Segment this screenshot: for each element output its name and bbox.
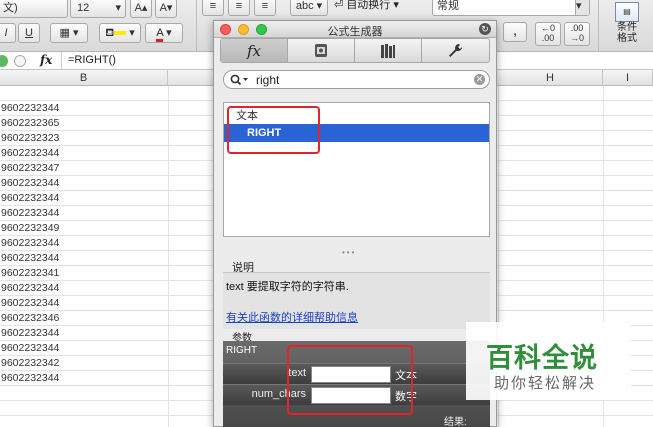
- borders-button[interactable]: ▦ ▾: [50, 23, 88, 43]
- confirm-icon[interactable]: [0, 55, 8, 67]
- decrease-font-button[interactable]: A▾: [155, 0, 177, 18]
- cell[interactable]: 9602232344: [0, 281, 59, 296]
- formula-divider: [61, 52, 62, 70]
- ribbon-divider: [598, 0, 599, 52]
- cell[interactable]: 9602232365: [0, 116, 59, 131]
- argument-function-name: RIGHT: [226, 345, 258, 356]
- cell[interactable]: 9602232344: [0, 296, 59, 311]
- fill-color-button[interactable]: ⛾ ▾: [99, 23, 141, 43]
- font-name-select[interactable]: 文): [0, 0, 68, 18]
- highlight-annotation: [227, 106, 320, 154]
- ribbon-divider: [196, 0, 197, 52]
- font-color-icon: A: [156, 27, 164, 42]
- comma-style-button[interactable]: ,: [503, 22, 527, 42]
- italic-button[interactable]: I: [0, 23, 16, 43]
- panel-titlebar[interactable]: 公式生成器 ↻: [214, 21, 496, 38]
- font-decrease-icon: A▾: [159, 2, 173, 14]
- resize-grip-icon[interactable]: •••: [342, 248, 356, 257]
- cell[interactable]: 9602232346: [0, 311, 59, 326]
- cell[interactable]: 9602232347: [0, 161, 59, 176]
- tab-tools[interactable]: [422, 39, 489, 62]
- conditional-format-icon: ▤: [615, 2, 639, 22]
- border-grid-icon: ▦ ▾: [59, 27, 79, 39]
- increase-decimal-button[interactable]: ←0.00: [535, 22, 561, 46]
- photo-stack-icon: [315, 43, 327, 57]
- formula-builder-panel: 公式生成器 ↻ fx right ✕ 文本 RIGHT ••• 说明 text …: [213, 20, 497, 427]
- cell[interactable]: 9602232344: [0, 206, 59, 221]
- cancel-icon[interactable]: [14, 55, 26, 67]
- tab-formatting[interactable]: [288, 39, 355, 62]
- column-header-i[interactable]: I: [603, 70, 653, 86]
- align-right-icon: ≡: [261, 0, 269, 12]
- paint-bucket-icon: ⛾: [105, 27, 115, 39]
- cell[interactable]: 9602232344: [0, 101, 59, 116]
- underline-button[interactable]: U: [18, 23, 40, 43]
- help-link[interactable]: 有关此函数的详细帮助信息: [226, 309, 358, 325]
- watermark-subtitle: 助你轻松解决: [494, 375, 597, 392]
- highlight-annotation: [287, 345, 413, 415]
- cell[interactable]: 9602232344: [0, 251, 59, 266]
- cell[interactable]: 9602232342: [0, 356, 59, 371]
- decrease-decimal-button[interactable]: .00 →0: [564, 22, 590, 46]
- cell[interactable]: 9602232344: [0, 341, 59, 356]
- cell[interactable]: 9602232344: [0, 371, 59, 386]
- cell[interactable]: 9602232344: [0, 236, 59, 251]
- text-orientation-button[interactable]: abc ▾: [290, 0, 328, 16]
- tab-library[interactable]: [355, 39, 422, 62]
- cell[interactable]: 9602232344: [0, 326, 59, 341]
- align-center-button[interactable]: ≡: [228, 0, 250, 16]
- grid-line: [168, 86, 169, 427]
- watermark-logo: 百科全说 助你轻松解决: [466, 322, 631, 400]
- search-icon: [230, 74, 248, 86]
- cond-format-label-1: 条件: [617, 22, 637, 33]
- result-label: 结果:: [444, 417, 467, 427]
- align-left-button[interactable]: ≡: [202, 0, 224, 16]
- search-value: right: [256, 73, 280, 87]
- watermark-title: 百科全说: [486, 343, 598, 373]
- increase-font-button[interactable]: A▴: [130, 0, 152, 18]
- cell[interactable]: 9602232323: [0, 131, 59, 146]
- cell[interactable]: 9602232344: [0, 176, 59, 191]
- cond-format-label-2: 格式: [617, 33, 637, 44]
- align-left-icon: ≡: [209, 0, 217, 12]
- formula-input[interactable]: =RIGHT(): [68, 54, 116, 66]
- fx-tab-icon: fx: [246, 41, 261, 60]
- books-icon: [381, 43, 395, 58]
- align-right-button[interactable]: ≡: [254, 0, 276, 16]
- panel-tabs: fx: [220, 38, 490, 63]
- font-size-select[interactable]: 12 ▾: [70, 0, 126, 18]
- function-search-input[interactable]: right ✕: [223, 70, 490, 89]
- cell[interactable]: 9602232349: [0, 221, 59, 236]
- cell[interactable]: 9602232341: [0, 266, 59, 281]
- clear-search-icon[interactable]: ✕: [474, 74, 485, 85]
- panel-title: 公式生成器: [327, 26, 383, 38]
- font-increase-icon: A▴: [134, 2, 148, 14]
- wrap-text-icon: ⏎: [334, 0, 347, 11]
- cell[interactable]: 9602232344: [0, 146, 59, 161]
- cell[interactable]: 9602232344: [0, 191, 59, 206]
- number-format-select[interactable]: 常规 ▾: [432, 0, 590, 16]
- wrap-text-button[interactable]: ⏎ 自动换行 ▾: [334, 0, 399, 14]
- tab-functions[interactable]: fx: [221, 39, 288, 62]
- column-header-b[interactable]: B: [0, 70, 168, 86]
- wrench-icon: [448, 43, 462, 57]
- fx-icon[interactable]: fx: [40, 53, 52, 67]
- column-header-h[interactable]: H: [498, 70, 603, 86]
- align-center-icon: ≡: [235, 0, 243, 12]
- description-text: text 要提取字符的字符串.: [226, 281, 349, 293]
- refresh-icon[interactable]: ↻: [479, 23, 491, 35]
- conditional-format-button[interactable]: ▤ 条件 格式: [603, 0, 651, 52]
- font-color-button[interactable]: A ▾: [145, 23, 183, 43]
